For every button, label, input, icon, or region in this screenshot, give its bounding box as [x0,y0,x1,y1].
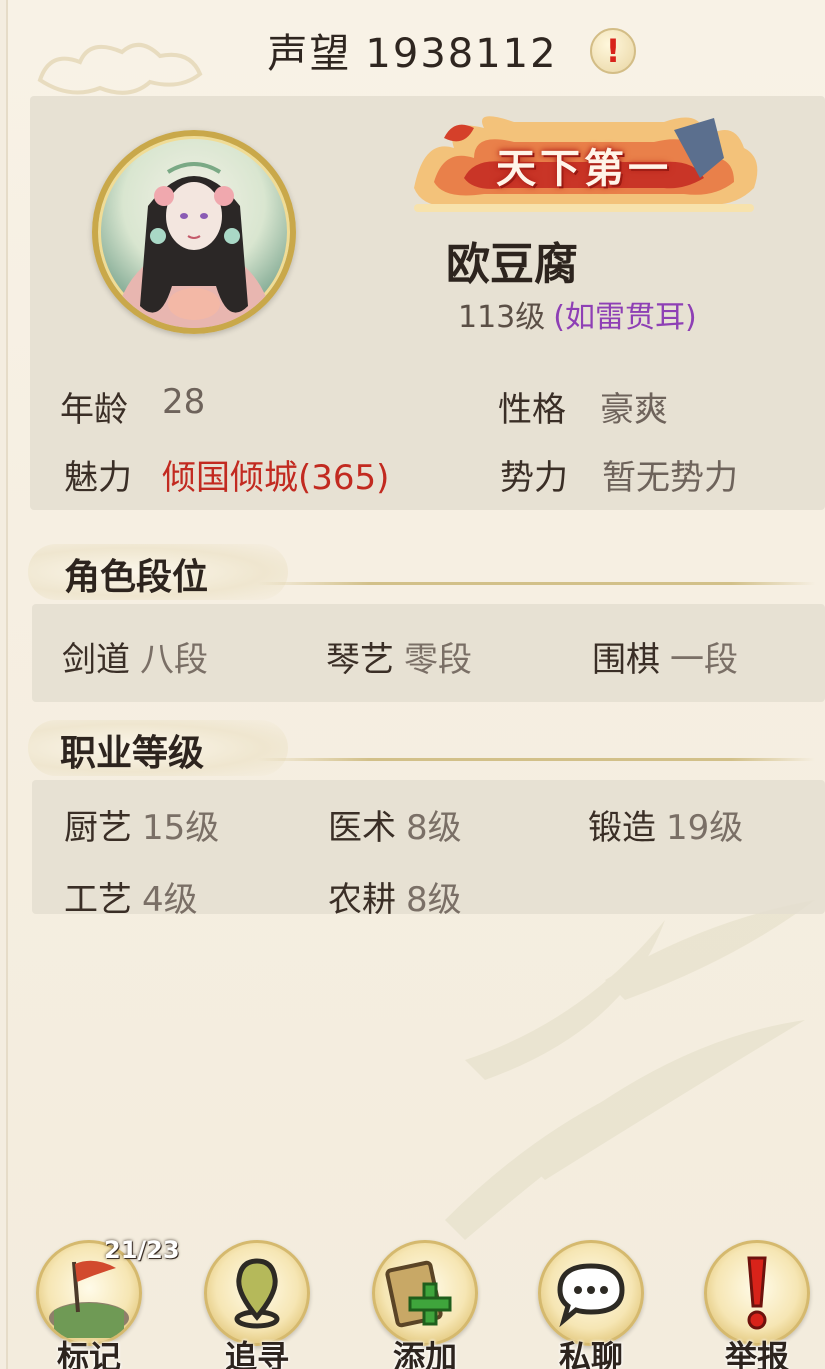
bamboo-decoration [445,900,815,1240]
add-friend-button-label: 添加 [392,1338,457,1369]
profession-item: 锻造 19级 [588,808,744,848]
reputation-header: 声望 1938112 [0,26,825,82]
private-chat-button-label: 私聊 [558,1338,623,1369]
mark-button-label: 标记 [56,1338,121,1369]
section-divider [258,582,815,585]
report-button-label: 举报 [724,1338,789,1369]
profession-section-header: 职业等级 [28,720,825,780]
profession-item: 工艺 4级 [64,880,198,920]
add-book-icon [385,1260,452,1328]
private-chat-button[interactable]: 私聊 [538,1240,648,1369]
fame-value: (如雷贯耳) [553,300,697,335]
personality-label: 性格 [498,390,566,430]
player-name: 欧豆腐 [446,239,578,290]
rank-item: 琴艺 零段 [326,640,472,680]
rank-section-title: 角色段位 [64,557,209,598]
age-label: 年龄 [60,390,128,430]
rank-item: 围棋 一段 [592,640,738,680]
location-pin-icon [234,1258,280,1329]
profession-item: 农耕 8级 [328,880,462,920]
profession-item: 厨艺 15级 [64,808,220,848]
reputation-label: 声望 [267,31,352,77]
age-value: 28 [162,382,206,422]
player-level: 113级 (如雷贯耳) [458,292,697,336]
rank-item: 剑道 八段 [62,640,208,680]
avatar[interactable] [92,130,296,334]
title-badge-label: 天下第一 [496,145,672,192]
faction-label: 势力 [500,458,568,498]
trace-button-label: 追寻 [224,1338,289,1369]
chat-bubble-icon [557,1263,625,1328]
title-badge[interactable]: 天下第一 [404,108,764,224]
rank-section-header: 角色段位 [28,544,825,604]
reputation-info-icon[interactable]: ! [590,28,636,74]
add-friend-button[interactable]: 添加 [372,1240,482,1369]
section-divider [258,758,815,761]
exclamation-icon [747,1256,767,1330]
reputation-value: 1938112 [365,31,558,77]
avatar-portrait-icon [114,162,274,328]
charm-label: 魅力 [64,458,132,498]
trace-button[interactable]: 追寻 [204,1240,314,1369]
faction-value: 暂无势力 [602,458,738,498]
charm-value: 倾国倾城(365) [162,458,390,498]
personality-value: 豪爽 [600,390,668,430]
profession-section-title: 职业等级 [60,733,205,774]
profession-item: 医术 8级 [328,808,462,848]
level-value: 113级 [458,300,546,335]
mark-counter: 21/23 [104,1236,180,1264]
report-button[interactable]: 举报 [704,1240,814,1369]
